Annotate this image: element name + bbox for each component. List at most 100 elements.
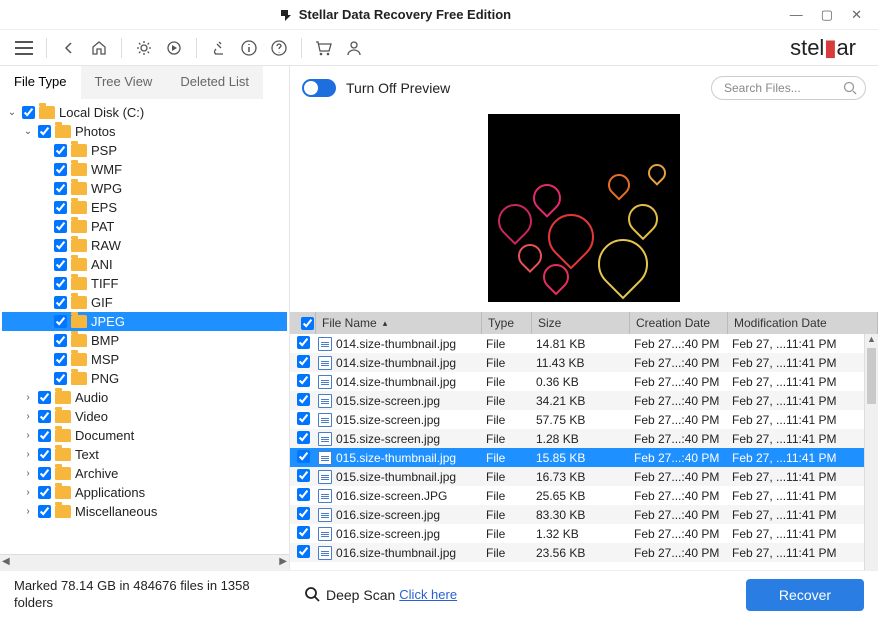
back-button[interactable]	[55, 34, 83, 62]
search-input[interactable]: Search Files...	[711, 76, 866, 100]
col-header-modification-date[interactable]: Modification Date	[728, 312, 878, 334]
table-row[interactable]: 016.size-screen.jpgFile83.30 KBFeb 27...…	[290, 505, 864, 524]
table-row[interactable]: 016.size-screen.jpgFile1.32 KBFeb 27...:…	[290, 524, 864, 543]
tree-type-png[interactable]: PNG	[2, 369, 287, 388]
table-row[interactable]: 015.size-thumbnail.jpgFile15.85 KBFeb 27…	[290, 448, 864, 467]
tree-type-pat[interactable]: PAT	[2, 217, 287, 236]
select-all-checkbox[interactable]	[301, 317, 314, 330]
table-row[interactable]: 015.size-screen.jpgFile57.75 KBFeb 27...…	[290, 410, 864, 429]
microscope-icon[interactable]	[205, 34, 233, 62]
tree-type-tiff[interactable]: TIFF	[2, 274, 287, 293]
tree-checkbox[interactable]	[54, 220, 67, 233]
tree-checkbox[interactable]	[38, 448, 51, 461]
table-row[interactable]: 016.size-screen.JPGFile25.65 KBFeb 27...…	[290, 486, 864, 505]
tree-type-jpeg[interactable]: JPEG	[2, 312, 287, 331]
gear-icon[interactable]	[130, 34, 158, 62]
maximize-button[interactable]: ▢	[821, 7, 833, 23]
row-checkbox[interactable]	[297, 450, 310, 463]
tree-category-miscellaneous[interactable]: ›Miscellaneous	[2, 502, 287, 521]
tree-checkbox[interactable]	[38, 486, 51, 499]
tab-tree-view[interactable]: Tree View	[81, 66, 167, 99]
info-icon[interactable]	[235, 34, 263, 62]
tree-type-psp[interactable]: PSP	[2, 141, 287, 160]
row-checkbox[interactable]	[297, 545, 310, 558]
deep-scan-link[interactable]: Click here	[399, 587, 457, 602]
horizontal-scrollbar[interactable]: ◀ ▶	[0, 554, 289, 570]
row-checkbox[interactable]	[297, 412, 310, 425]
preview-toggle[interactable]	[302, 79, 336, 97]
expand-icon[interactable]: ›	[22, 449, 34, 460]
row-checkbox[interactable]	[297, 431, 310, 444]
row-checkbox[interactable]	[297, 374, 310, 387]
table-row[interactable]: 016.size-thumbnail.jpgFile23.56 KBFeb 27…	[290, 543, 864, 562]
row-checkbox[interactable]	[297, 526, 310, 539]
expand-icon[interactable]: ›	[22, 487, 34, 498]
expand-icon[interactable]: ⌄	[6, 107, 18, 118]
tree-checkbox[interactable]	[38, 125, 51, 138]
expand-icon[interactable]: ›	[22, 411, 34, 422]
close-button[interactable]: ✕	[851, 7, 862, 23]
tree-checkbox[interactable]	[54, 144, 67, 157]
tree-checkbox[interactable]	[54, 239, 67, 252]
expand-icon[interactable]: ›	[22, 506, 34, 517]
tree-type-raw[interactable]: RAW	[2, 236, 287, 255]
tree-type-ani[interactable]: ANI	[2, 255, 287, 274]
tree-checkbox[interactable]	[54, 372, 67, 385]
tree-category-applications[interactable]: ›Applications	[2, 483, 287, 502]
resume-icon[interactable]	[160, 34, 188, 62]
col-header-checkbox[interactable]	[290, 312, 316, 334]
tree-checkbox[interactable]	[38, 467, 51, 480]
expand-icon[interactable]: ⌄	[22, 126, 34, 137]
tree-checkbox[interactable]	[54, 258, 67, 271]
tree-checkbox[interactable]	[54, 182, 67, 195]
tree-checkbox[interactable]	[22, 106, 35, 119]
row-checkbox[interactable]	[297, 488, 310, 501]
cart-icon[interactable]	[310, 34, 338, 62]
tree-checkbox[interactable]	[38, 410, 51, 423]
col-header-filename[interactable]: File Name▴	[316, 312, 482, 334]
tree-type-wmf[interactable]: WMF	[2, 160, 287, 179]
table-row[interactable]: 015.size-screen.jpgFile1.28 KBFeb 27...:…	[290, 429, 864, 448]
tree-category-text[interactable]: ›Text	[2, 445, 287, 464]
table-row[interactable]: 014.size-thumbnail.jpgFile14.81 KBFeb 27…	[290, 334, 864, 353]
vertical-scrollbar[interactable]: ▲	[864, 334, 878, 570]
menu-icon[interactable]	[10, 34, 38, 62]
tree-type-bmp[interactable]: BMP	[2, 331, 287, 350]
help-icon[interactable]	[265, 34, 293, 62]
tree-checkbox[interactable]	[54, 277, 67, 290]
home-button[interactable]	[85, 34, 113, 62]
table-row[interactable]: 014.size-thumbnail.jpgFile0.36 KBFeb 27.…	[290, 372, 864, 391]
row-checkbox[interactable]	[297, 469, 310, 482]
tab-deleted-list[interactable]: Deleted List	[166, 66, 263, 99]
expand-icon[interactable]: ›	[22, 392, 34, 403]
expand-icon[interactable]: ›	[22, 468, 34, 479]
tree-checkbox[interactable]	[54, 201, 67, 214]
tree-type-wpg[interactable]: WPG	[2, 179, 287, 198]
tree-category-video[interactable]: ›Video	[2, 407, 287, 426]
col-header-creation-date[interactable]: Creation Date	[630, 312, 728, 334]
tree-checkbox[interactable]	[38, 391, 51, 404]
table-body[interactable]: 014.size-thumbnail.jpgFile14.81 KBFeb 27…	[290, 334, 864, 570]
tree-photos[interactable]: ⌄Photos	[2, 122, 287, 141]
tree-type-gif[interactable]: GIF	[2, 293, 287, 312]
tree-checkbox[interactable]	[54, 353, 67, 366]
col-header-size[interactable]: Size	[532, 312, 630, 334]
user-icon[interactable]	[340, 34, 368, 62]
folder-tree[interactable]: ⌄Local Disk (C:)⌄PhotosPSPWMFWPGEPSPATRA…	[0, 99, 289, 554]
row-checkbox[interactable]	[297, 355, 310, 368]
row-checkbox[interactable]	[297, 507, 310, 520]
tree-type-msp[interactable]: MSP	[2, 350, 287, 369]
minimize-button[interactable]: —	[790, 7, 803, 23]
col-header-type[interactable]: Type	[482, 312, 532, 334]
row-checkbox[interactable]	[297, 336, 310, 349]
tree-root[interactable]: ⌄Local Disk (C:)	[2, 103, 287, 122]
table-row[interactable]: 014.size-thumbnail.jpgFile11.43 KBFeb 27…	[290, 353, 864, 372]
table-row[interactable]: 015.size-screen.jpgFile34.21 KBFeb 27...…	[290, 391, 864, 410]
expand-icon[interactable]: ›	[22, 430, 34, 441]
tree-checkbox[interactable]	[54, 334, 67, 347]
tab-file-type[interactable]: File Type	[0, 66, 81, 99]
tree-checkbox[interactable]	[54, 163, 67, 176]
table-row[interactable]: 015.size-thumbnail.jpgFile16.73 KBFeb 27…	[290, 467, 864, 486]
tree-category-audio[interactable]: ›Audio	[2, 388, 287, 407]
recover-button[interactable]: Recover	[746, 579, 864, 611]
